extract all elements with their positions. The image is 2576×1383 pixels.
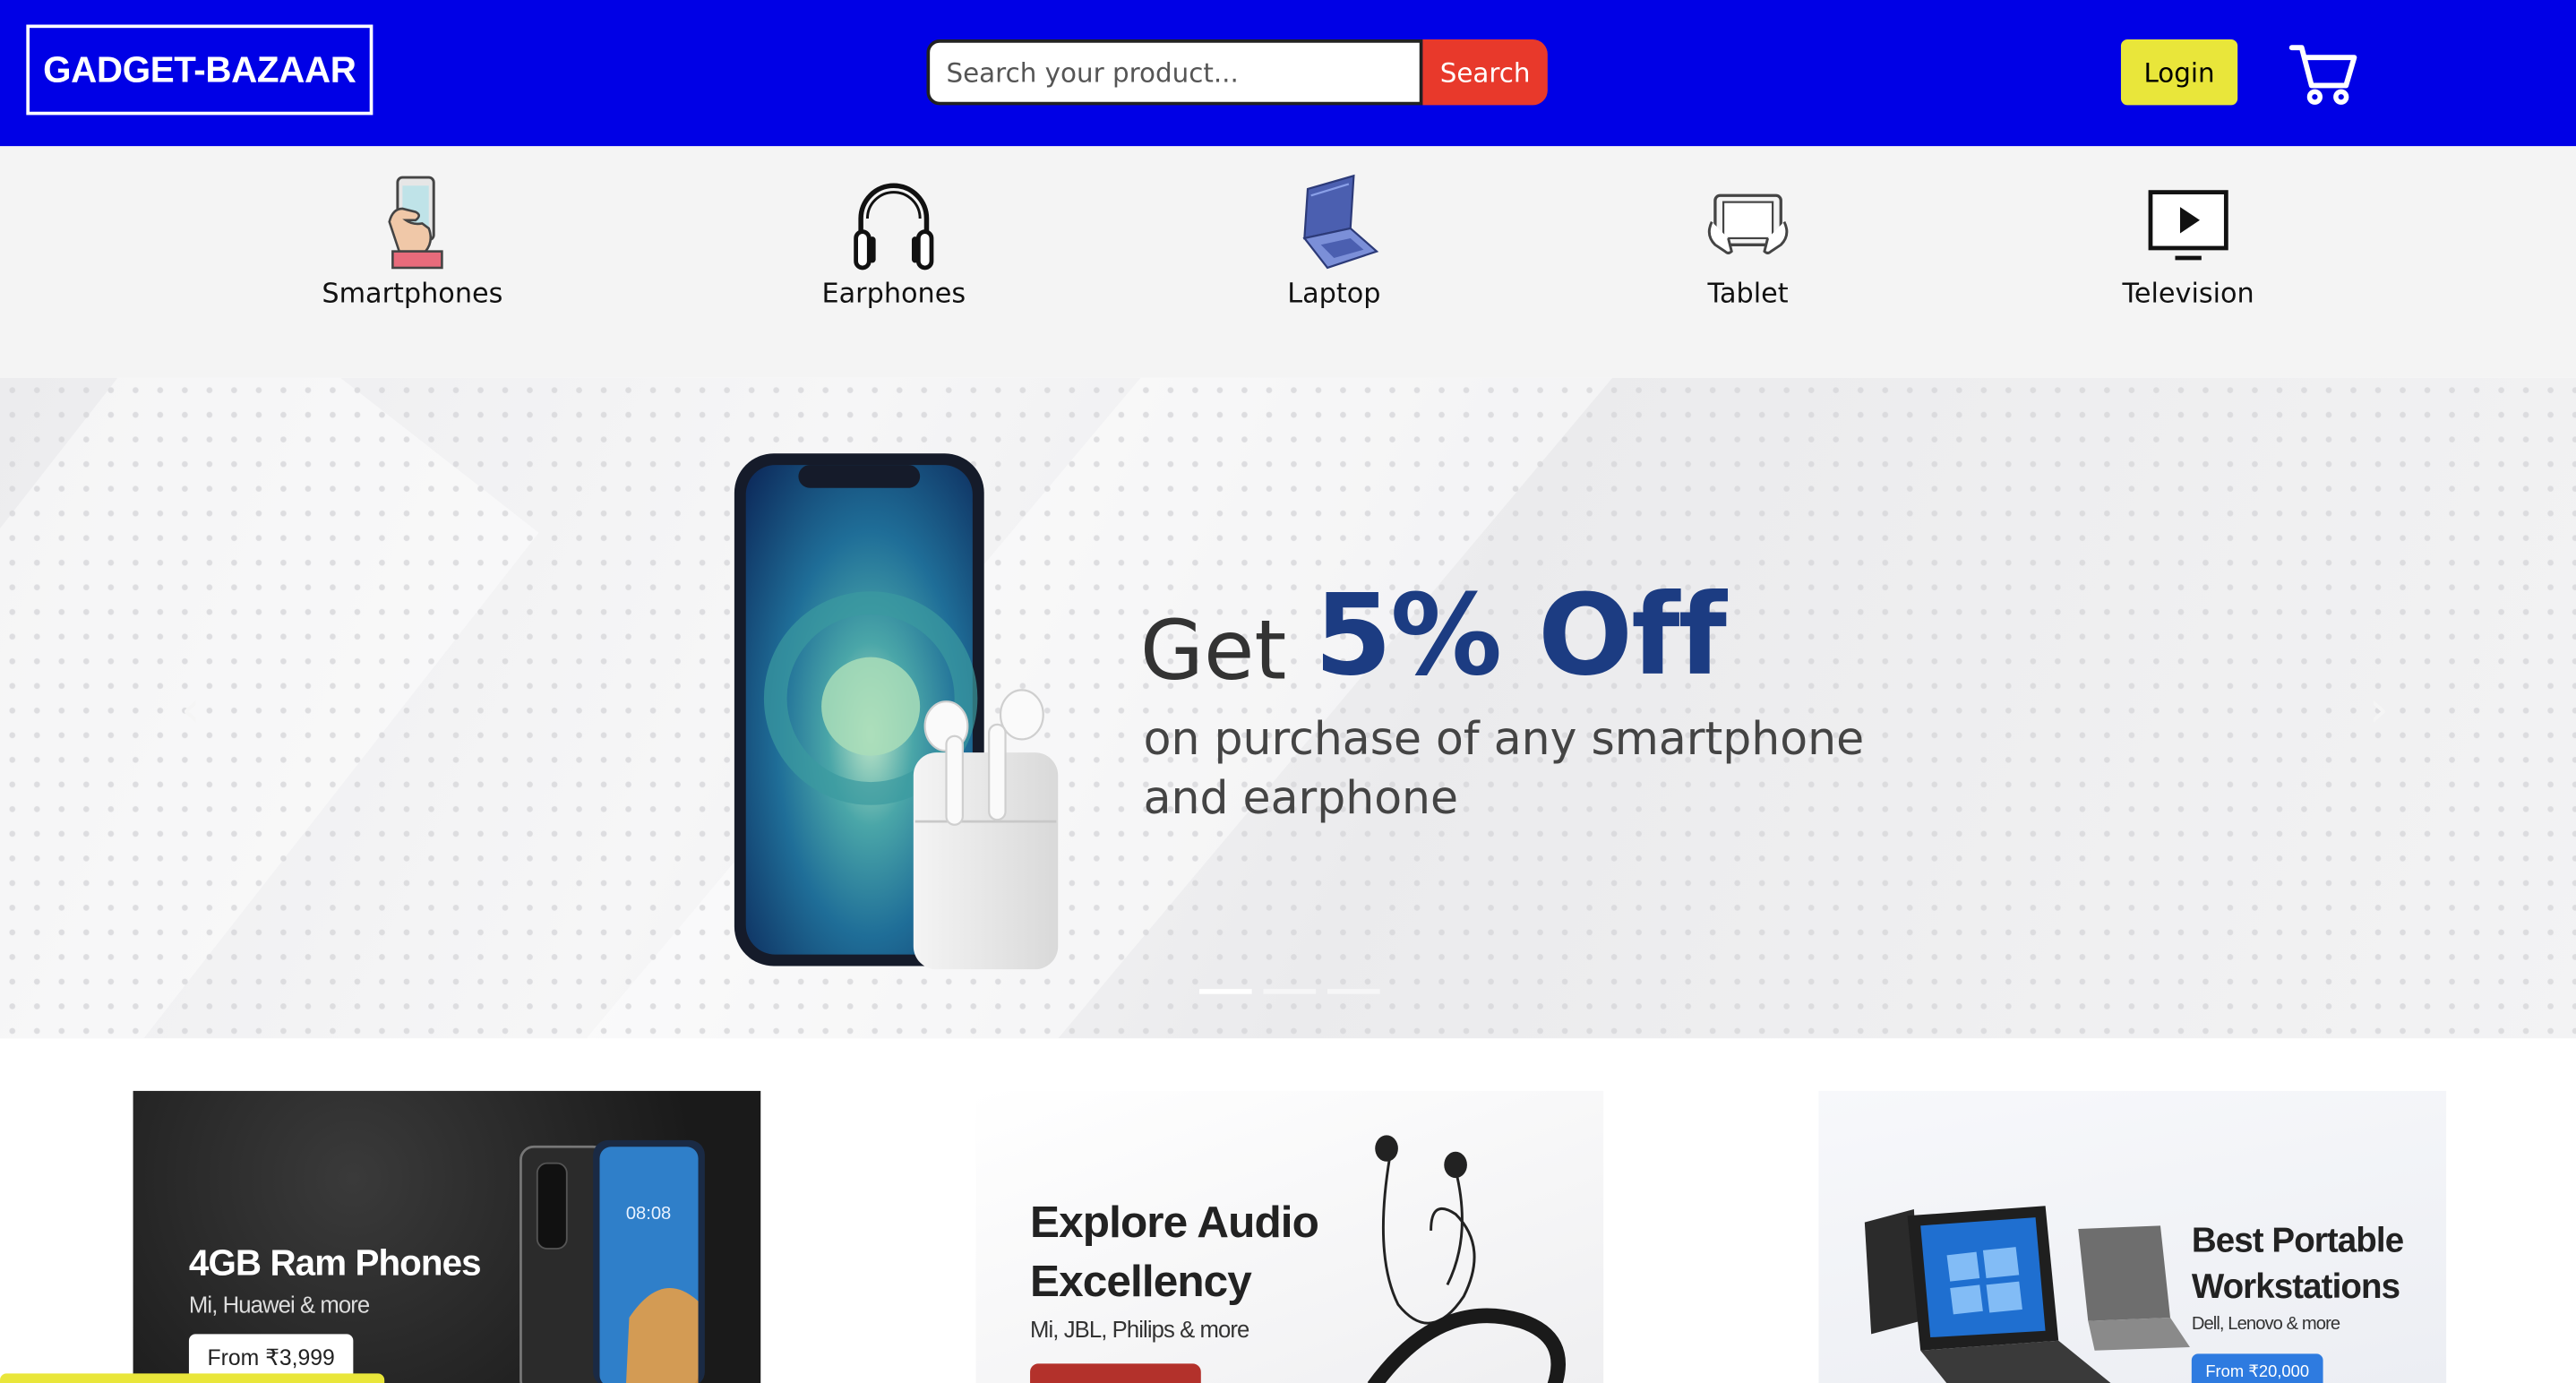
phones-image: 08:08 (519, 1139, 705, 1383)
carousel-prev-icon[interactable]: ‹ (181, 682, 201, 739)
category-label: Smartphones (322, 277, 503, 309)
laptop-icon (1302, 174, 1379, 270)
promo-card-phones[interactable]: 4GB Ram Phones Mi, Huawei & more From ₹3… (133, 1090, 761, 1383)
phone-airpods-image (734, 453, 1059, 970)
navbar: GADGET-BAZAAR Search Login (0, 0, 2576, 147)
promo-card-title: Explore Audio Excellency (1030, 1193, 1319, 1311)
hero-carousel: Get 5% Off on purchase of any smartphone… (0, 377, 2576, 1039)
promo-card-title: 4GB Ram Phones (188, 1241, 482, 1284)
hero-subtitle: on purchase of any smartphone and earpho… (1144, 709, 1916, 828)
smartphone-hand-icon (388, 176, 443, 270)
promo-card-price-button[interactable]: From ₹20,000 (2191, 1353, 2323, 1383)
promo-card-subtitle: Mi, JBL, Philips & more (1030, 1316, 1249, 1343)
notification-toast-edge (0, 1373, 385, 1383)
category-bar: Smartphones Earphones Laptop Tablet Tele… (0, 146, 2576, 378)
carousel-indicator[interactable] (1327, 989, 1380, 994)
promo-card-title: Best Portable Workstations (2191, 1219, 2404, 1311)
category-laptop[interactable]: Laptop (1203, 173, 1465, 309)
search-input[interactable] (926, 39, 1423, 106)
category-television[interactable]: Television (2057, 173, 2319, 309)
category-tablet[interactable]: Tablet (1617, 173, 1879, 309)
category-earphones[interactable]: Earphones (762, 173, 1025, 309)
carousel-next-icon[interactable]: › (2369, 682, 2389, 739)
svg-text:08:08: 08:08 (626, 1204, 671, 1224)
search-button[interactable]: Search (1422, 39, 1548, 106)
promo-card-subtitle: Dell, Lenovo & more (2191, 1314, 2340, 1335)
promo-card-laptops[interactable]: Best Portable Workstations Dell, Lenovo … (1818, 1090, 2447, 1383)
hero-get-text: Get (1139, 603, 1287, 699)
category-smartphones[interactable]: Smartphones (281, 173, 544, 309)
category-label: Television (2122, 277, 2254, 309)
carousel-indicator-active[interactable] (1198, 989, 1252, 994)
category-label: Earphones (821, 277, 966, 309)
television-icon (2148, 190, 2228, 261)
page: GADGET-BAZAAR Search Login Smartphones (0, 0, 2576, 1383)
cart-icon[interactable] (2288, 41, 2357, 107)
headphones-icon (854, 183, 934, 271)
promo-card-title-line: Excellency (1030, 1257, 1252, 1307)
promo-card-price-button[interactable] (1030, 1363, 1201, 1383)
hero-subtitle-line: on purchase of any smartphone (1143, 713, 1865, 766)
promo-card-title-line: Workstations (2191, 1268, 2400, 1307)
promo-card-audio[interactable]: Explore Audio Excellency Mi, JBL, Philip… (975, 1090, 1604, 1383)
login-button[interactable]: Login (2120, 39, 2238, 106)
neckband-earphones-image (1367, 1135, 1566, 1383)
carousel-indicator[interactable] (1263, 989, 1317, 994)
category-label: Tablet (1707, 277, 1789, 309)
brand-logo[interactable]: GADGET-BAZAAR (26, 24, 374, 116)
laptops-image (1864, 1206, 2190, 1383)
hero-subtitle-line: and earphone (1143, 772, 1459, 825)
promo-card-title-line: Explore Audio (1030, 1198, 1319, 1248)
promo-card-title-line: Best Portable (2191, 1222, 2404, 1260)
hero-dot-pattern (0, 377, 2576, 1039)
hero-offer-text: 5% Off (1314, 571, 1727, 702)
tablet-icon (1707, 193, 1789, 254)
promo-card-subtitle: Mi, Huawei & more (188, 1291, 370, 1319)
category-label: Laptop (1287, 277, 1381, 309)
